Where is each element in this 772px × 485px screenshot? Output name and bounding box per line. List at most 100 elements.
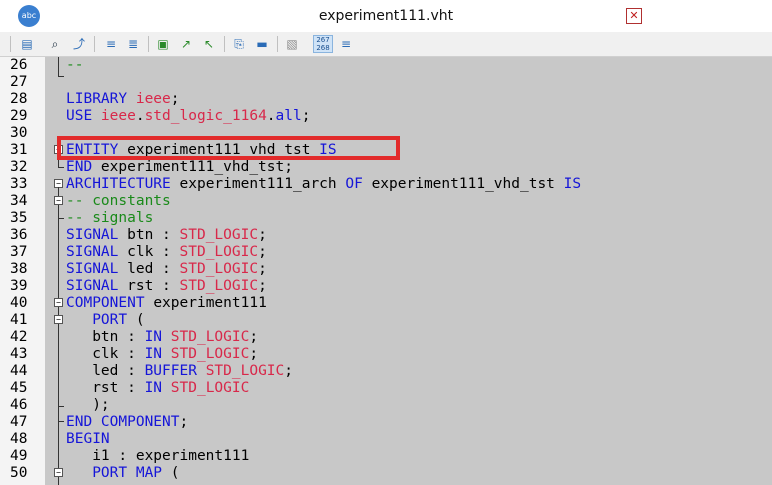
toolbar: ▤ ⌕ ⤴ ≡ ≣ ▣ ↗ ↖ ⎘ ▬ ▧ 267 268 ≡ [0,32,772,57]
close-tab-button[interactable]: ✕ [626,8,642,24]
code-line[interactable]: SIGNAL clk : STD_LOGIC; [66,244,267,261]
fold-end [58,421,64,422]
bookmark-prev-icon[interactable]: ↖ [200,36,218,52]
find-next-icon[interactable]: ⤴ [70,36,88,52]
code-token: STD_LOGIC [170,346,250,362]
code-token: BUFFER [144,363,206,379]
code-line[interactable]: i1 : experiment111 [66,448,249,465]
code-token: LIBRARY [66,91,136,107]
code-line[interactable]: SIGNAL rst : STD_LOGIC; [66,278,267,295]
code-token: . [266,108,276,124]
fold-toggle-icon[interactable]: − [54,196,63,205]
line-number: 48 [10,431,28,447]
code-token: BEGIN [66,431,110,447]
code-token: ); [66,397,110,413]
fold-toggle-icon[interactable]: − [54,468,63,477]
code-line[interactable]: LIBRARY ieee; [66,91,180,108]
unindent-icon[interactable]: ≣ [124,36,142,52]
attach-icon[interactable]: ⎘ [230,36,248,52]
code-line[interactable]: ARCHITECTURE experiment111_arch OF exper… [66,176,581,193]
align-icon[interactable]: ≡ [337,36,355,52]
comment-icon[interactable]: ▧ [283,36,301,52]
code-line[interactable]: PORT ( [66,312,145,329]
code-token: rst : [127,278,180,294]
code-token: SIGNAL [66,227,128,243]
indent-icon[interactable]: ≡ [102,36,120,52]
code-line[interactable]: -- signals [66,210,153,227]
code-line[interactable]: led : BUFFER STD_LOGIC; [66,363,293,380]
code-token: IN [144,380,171,396]
bookmark-toggle-icon[interactable]: ▣ [154,36,172,52]
code-line[interactable]: ); [66,397,110,414]
code-token: experiment111 [153,295,267,311]
code-token: -- constants [66,193,171,209]
line-numbers-icon[interactable]: 267 268 [313,35,333,53]
line-number: 39 [10,278,28,294]
title-bar: abc experiment111.vht ✕ [0,0,772,33]
code-token: ; [301,108,311,124]
code-token: ( [170,465,180,481]
code-token: PORT [66,312,136,328]
fold-toggle-icon[interactable]: − [54,298,63,307]
code-token: STD_LOGIC [179,278,259,294]
code-token: STD_LOGIC [170,329,250,345]
line-number: 30 [10,125,28,141]
code-line[interactable]: END COMPONENT; [66,414,188,431]
code-token: clk : [66,346,145,362]
code-token: -- [66,57,84,73]
code-token: ; [284,363,293,379]
code-token: ; [249,346,259,362]
code-editor[interactable]: 26 -- 27 28 LIBRARY ieee; 29 USE ieee.std_logi… [0,57,772,485]
window-title: experiment111.vht [318,8,454,24]
code-token: ; [249,329,259,345]
code-token: ARCHITECTURE [66,176,180,192]
code-token: STD_LOGIC [179,261,259,277]
bookmark-next-icon[interactable]: ↗ [177,36,195,52]
code-line[interactable]: PORT MAP ( [66,465,180,482]
code-token: all [275,108,302,124]
code-line[interactable]: BEGIN [66,431,110,448]
line-number: 31 [10,142,28,158]
find-icon[interactable]: ⌕ [46,36,64,52]
code-line[interactable]: -- [66,57,83,74]
code-token: IN [144,346,171,362]
line-number: 26 [10,57,28,73]
line-number: 38 [10,261,28,277]
line-number: 28 [10,91,28,107]
properties-icon[interactable]: ▤ [18,36,36,52]
line-number: 29 [10,108,28,124]
code-line[interactable]: SIGNAL btn : STD_LOGIC; [66,227,267,244]
code-token: led : [127,261,180,277]
code-token: i1 : experiment111 [66,448,250,464]
code-line[interactable]: USE ieee.std_logic_1164.all; [66,108,310,125]
code-token: ; [258,278,267,294]
code-line[interactable]: END experiment111_vhd_tst; [66,159,293,176]
code-token: -- signals [66,210,154,226]
toolbar-separator [148,36,149,52]
code-line[interactable]: clk : IN STD_LOGIC; [66,346,258,363]
code-line[interactable]: rst : IN STD_LOGIC [66,380,249,397]
code-line[interactable]: COMPONENT experiment111 [66,295,267,312]
line-number: 46 [10,397,28,413]
code-token: ( [135,312,145,328]
code-token: ; [170,91,180,107]
line-number: 41 [10,312,28,328]
line-number: 40 [10,295,28,311]
code-token: STD_LOGIC [170,380,250,396]
code-line[interactable]: btn : IN STD_LOGIC; [66,329,258,346]
fold-line [58,57,59,76]
line-number: 44 [10,363,28,379]
code-token: COMPONENT [66,295,154,311]
code-token: experiment111_vhd_tst [371,176,564,192]
code-token: STD_LOGIC [179,244,259,260]
line-number: 42 [10,329,28,345]
insert-template-icon[interactable]: ▬ [253,36,271,52]
code-line[interactable]: -- constants [66,193,171,210]
fold-toggle-icon[interactable]: − [54,315,63,324]
code-token: . [135,108,145,124]
code-token: IS [563,176,582,192]
code-token: END COMPONENT [66,414,180,430]
fold-end [58,76,64,77]
code-line[interactable]: SIGNAL led : STD_LOGIC; [66,261,267,278]
code-token: ; [258,227,267,243]
